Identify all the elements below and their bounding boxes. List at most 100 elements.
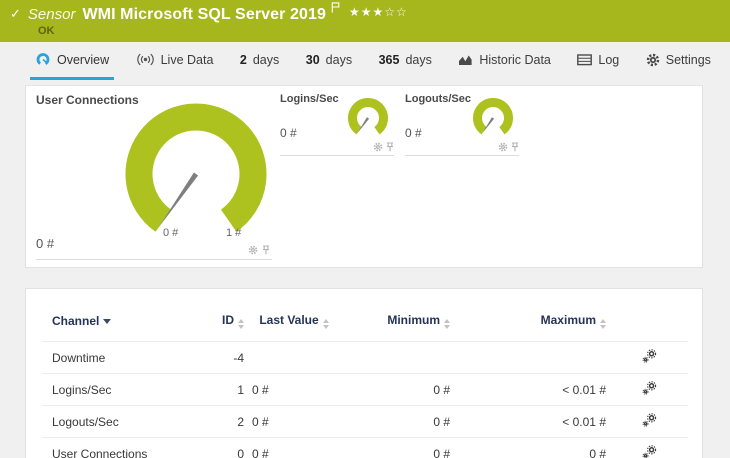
channel-maximum: 0 #: [454, 437, 610, 458]
column-header-actions: [610, 297, 688, 342]
channel-name[interactable]: Logins/Sec: [42, 373, 200, 406]
sort-icon: [322, 319, 329, 329]
channel-settings-icon[interactable]: [642, 445, 657, 458]
tab-settings[interactable]: Settings: [641, 42, 716, 80]
tab-2-days-number: 2: [239, 52, 247, 67]
sort-icon: [444, 319, 450, 329]
table-row: Logins/Sec 1 0 # 0 # < 0.01 #: [42, 373, 688, 406]
sensor-header: ✓ Sensor WMI Microsoft SQL Server 2019 ★…: [0, 0, 730, 42]
channel-settings-icon[interactable]: [642, 413, 657, 430]
sort-icon: [238, 319, 244, 329]
pin-icon[interactable]: [262, 245, 270, 255]
pin-icon[interactable]: [511, 142, 519, 152]
tab-settings-label: Settings: [665, 52, 711, 67]
gauge-scale-max: 1 #: [226, 227, 242, 239]
channel-name[interactable]: Logouts/Sec: [42, 405, 200, 438]
sensor-title-row: ✓ Sensor WMI Microsoft SQL Server 2019 ★…: [10, 2, 720, 25]
sensor-title: WMI Microsoft SQL Server 2019: [82, 6, 327, 23]
logins-gauge-block: Logins/Sec 0 #: [280, 93, 394, 156]
gear-icon[interactable]: [373, 142, 383, 152]
logouts-gauge-value: 0 #: [405, 126, 422, 140]
channel-id: 1: [200, 373, 248, 406]
stars-empty: ☆☆: [384, 5, 408, 19]
channel-id: -4: [200, 341, 248, 374]
channel-minimum: [340, 341, 454, 374]
tab-log-label: Log: [598, 52, 620, 67]
table-row: Logouts/Sec 2 0 # 0 # < 0.01 #: [42, 405, 688, 438]
gear-icon[interactable]: [498, 142, 508, 152]
gauges-panel: User Connections 0 # 1 # 0 # Logins/Sec …: [25, 85, 703, 268]
channel-last-value: 0 #: [248, 405, 340, 438]
pin-icon[interactable]: [386, 142, 394, 152]
sensor-kind-label: Sensor: [27, 6, 76, 23]
table-header-row: Channel ID Last Value Minimum Maximum: [42, 297, 688, 342]
channels-table: Channel ID Last Value Minimum Maximum Do…: [42, 297, 688, 458]
channel-maximum: [454, 341, 610, 374]
flag-icon[interactable]: [331, 0, 340, 19]
channel-last-value: 0 #: [248, 373, 340, 406]
tab-historic-data-label: Historic Data: [479, 52, 551, 67]
channel-name[interactable]: User Connections: [42, 437, 200, 458]
channel-id: 0: [200, 437, 248, 458]
channels-panel: Channel ID Last Value Minimum Maximum Do…: [25, 288, 703, 458]
tab-30-days-label: days: [325, 52, 353, 67]
sort-desc-icon: [103, 313, 112, 327]
channel-id: 2: [200, 405, 248, 438]
tab-log[interactable]: Log: [572, 42, 624, 80]
primary-gauge[interactable]: [118, 96, 274, 252]
sort-icon: [600, 319, 606, 329]
tab-365-days-label: days: [405, 52, 432, 67]
tab-2-days-label: days: [252, 52, 280, 67]
tab-overview-label: Overview: [57, 52, 110, 67]
column-header-minimum[interactable]: Minimum: [340, 297, 454, 342]
priority-stars[interactable]: ★★★☆☆: [349, 2, 408, 22]
tab-2-days[interactable]: 2 days: [235, 42, 284, 80]
tab-bar: Overview Live Data 2 days 30 days 365 da…: [0, 42, 730, 80]
channel-maximum: < 0.01 #: [454, 405, 610, 438]
tab-365-days[interactable]: 365 days: [374, 42, 437, 80]
broadcast-icon: [136, 53, 154, 66]
logouts-gauge-actions: [498, 142, 519, 152]
channel-name[interactable]: Downtime: [42, 341, 200, 374]
primary-gauge-actions: [248, 245, 270, 255]
logins-gauge[interactable]: [344, 95, 392, 143]
column-header-channel[interactable]: Channel: [42, 297, 200, 342]
column-header-maximum[interactable]: Maximum: [454, 297, 610, 342]
log-list-icon: [577, 53, 593, 65]
sensor-status-badge: OK: [38, 25, 55, 37]
tab-live-data-label: Live Data: [160, 52, 214, 67]
tab-historic-data[interactable]: Historic Data: [453, 42, 556, 80]
channel-settings-icon[interactable]: [642, 381, 657, 398]
tab-30-days-number: 30: [305, 52, 320, 67]
tab-365-days-number: 365: [378, 52, 400, 67]
prtg-sensor-page: ✓ Sensor WMI Microsoft SQL Server 2019 ★…: [0, 0, 730, 458]
logins-gauge-value: 0 #: [280, 126, 297, 140]
logouts-gauge[interactable]: [469, 95, 517, 143]
channel-minimum: 0 #: [340, 373, 454, 406]
primary-gauge-block: User Connections 0 # 1 # 0 #: [36, 93, 272, 260]
gear-icon: [646, 53, 659, 66]
tab-live-data[interactable]: Live Data: [131, 42, 219, 80]
gauge-icon: [36, 53, 50, 66]
tab-30-days[interactable]: 30 days: [301, 42, 357, 80]
area-chart-icon: [459, 55, 472, 65]
channel-minimum: 0 #: [340, 405, 454, 438]
primary-gauge-value: 0 #: [36, 236, 55, 251]
table-row: Downtime -4: [42, 341, 688, 374]
channel-maximum: < 0.01 #: [454, 373, 610, 406]
channel-last-value: 0 #: [248, 437, 340, 458]
gauge-needle: [158, 172, 199, 229]
stars-filled: ★★★: [349, 5, 385, 19]
column-header-last-value[interactable]: Last Value: [248, 297, 340, 342]
logins-gauge-actions: [373, 142, 394, 152]
logouts-gauge-block: Logouts/Sec 0 #: [405, 93, 519, 156]
tab-overview[interactable]: Overview: [30, 42, 115, 80]
column-header-id[interactable]: ID: [200, 297, 248, 342]
gauge-scale-min: 0 #: [163, 227, 179, 239]
ok-check-icon: ✓: [10, 6, 21, 21]
channel-settings-icon[interactable]: [642, 349, 657, 366]
channel-last-value: [248, 341, 340, 374]
gear-icon[interactable]: [248, 245, 258, 255]
table-row: User Connections 0 0 # 0 # 0 #: [42, 437, 688, 458]
channel-minimum: 0 #: [340, 437, 454, 458]
